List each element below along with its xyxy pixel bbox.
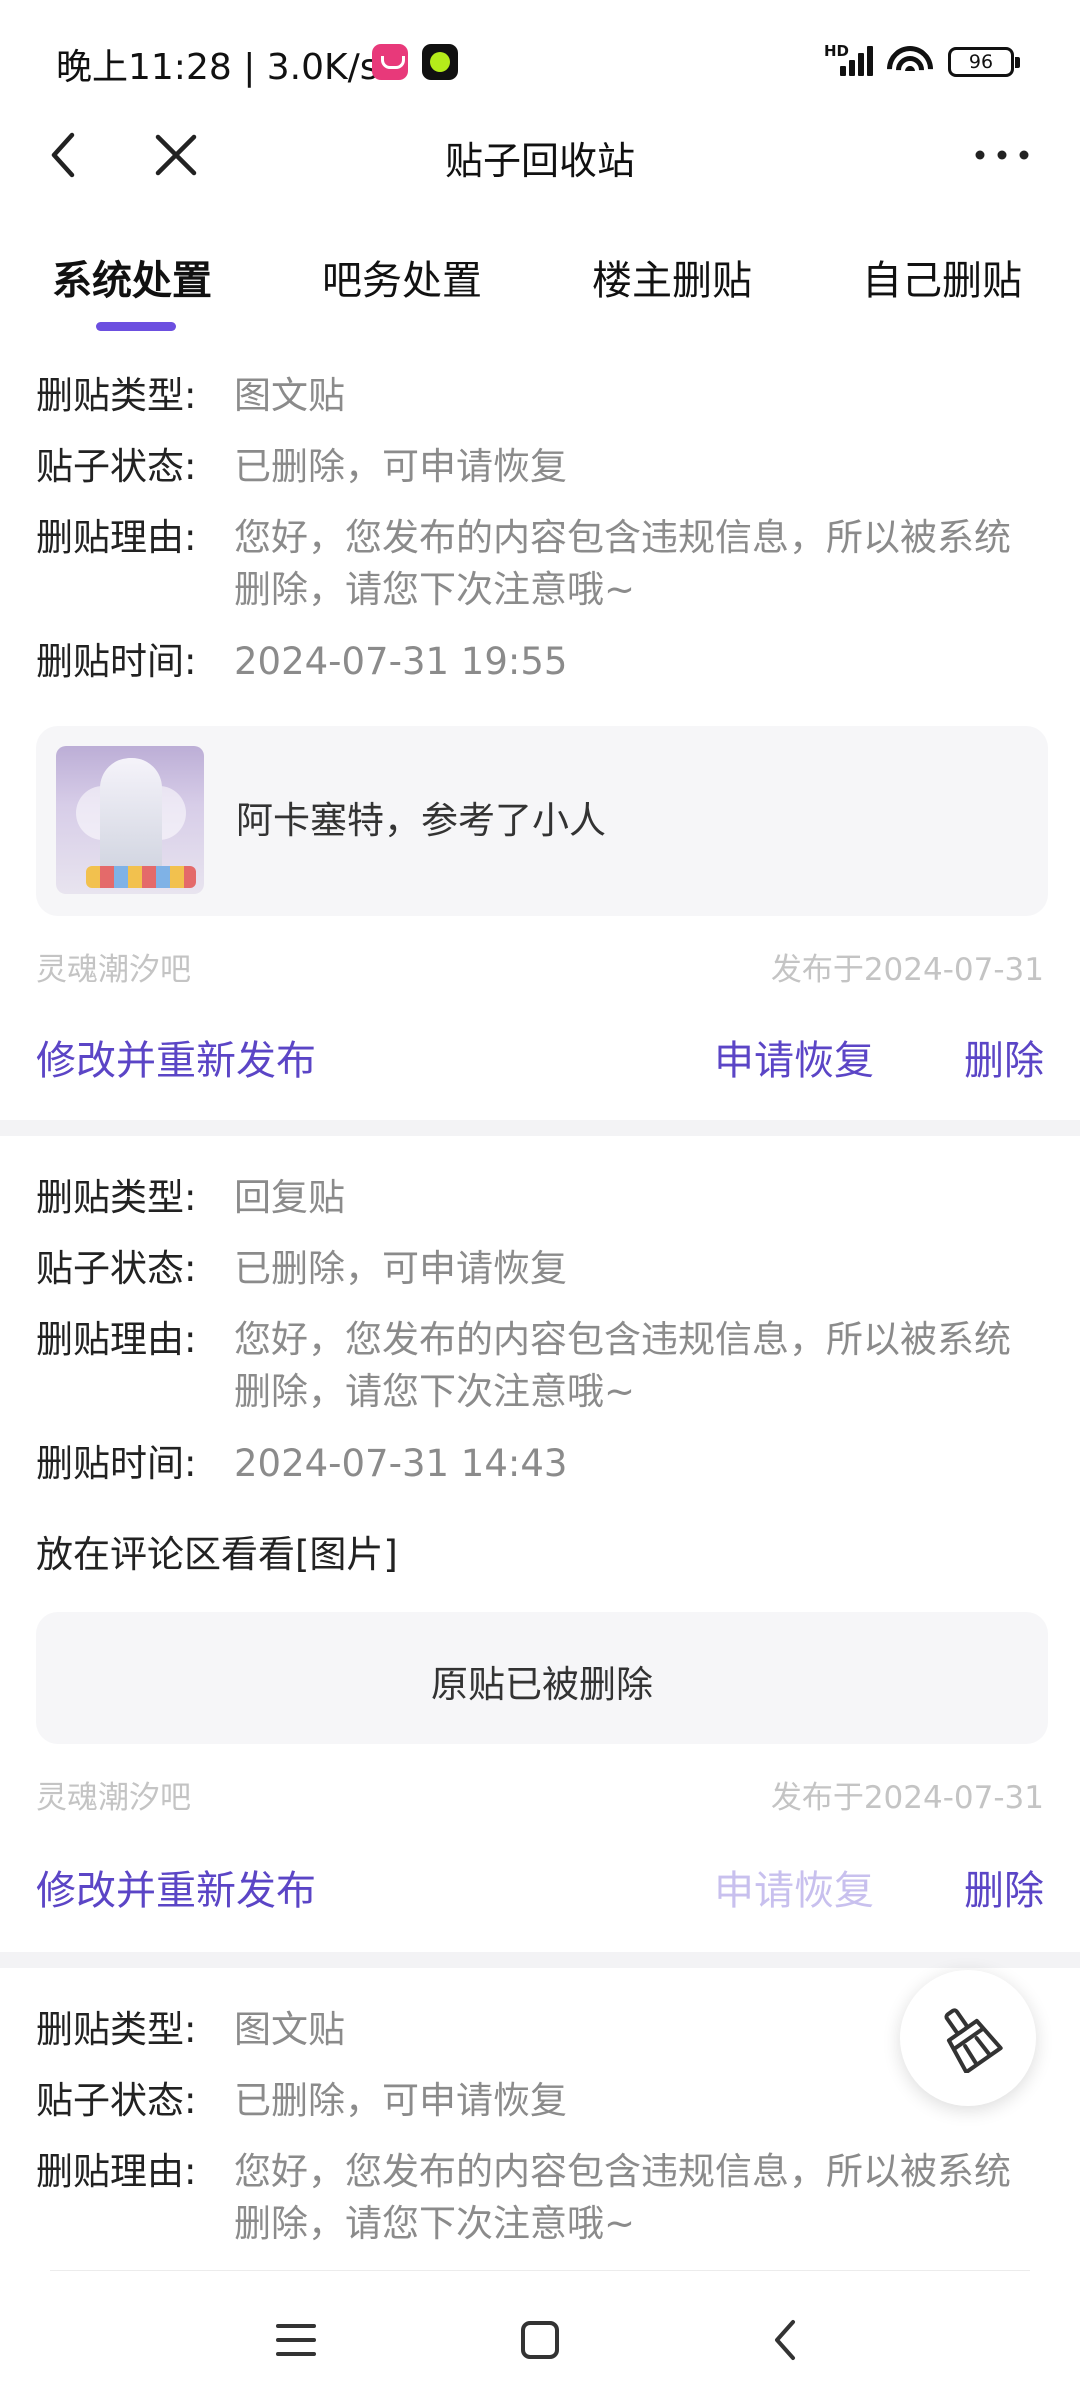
green-dot-app-icon	[422, 44, 458, 80]
forum-name[interactable]: 灵魂潮汐吧	[36, 1772, 191, 1817]
original-deleted-text: 原贴已被删除	[431, 1663, 653, 1706]
card-divider	[0, 1120, 1080, 1136]
post-content: 放在评论区看看[图片]	[36, 1533, 398, 1576]
nav-divider	[50, 2270, 1030, 2271]
app-header: 贴子回收站	[0, 125, 1080, 245]
reason-label: 删贴理由:	[36, 516, 197, 559]
delete-button[interactable]: 删除	[964, 1028, 1044, 1086]
tab-indicator	[96, 322, 176, 331]
status-value: 已删除，可申请恢复	[234, 445, 567, 488]
edit-republish-button[interactable]: 修改并重新发布	[36, 1858, 316, 1916]
post-reason-row: 删贴理由: 您好，您发布的内容包含违规信息，所以被系统删除，请您下次注意哦~	[36, 512, 1044, 616]
post-reason-row: 删贴理由: 您好，您发布的内容包含违规信息，所以被系统删除，请您下次注意哦~	[36, 1314, 1044, 1418]
tab-forum-admin[interactable]: 吧务处置	[322, 248, 482, 306]
tab-op-deleted[interactable]: 楼主删贴	[592, 248, 752, 306]
quoted-post[interactable]: 阿卡塞特，参考了小人	[36, 726, 1048, 916]
wifi-icon	[886, 42, 934, 78]
tab-self-deleted[interactable]: 自己删贴	[862, 248, 1022, 306]
nav-home-button[interactable]	[510, 2310, 570, 2370]
more-dots-icon	[975, 150, 1029, 160]
reason-value: 您好，您发布的内容包含违规信息，所以被系统删除，请您下次注意哦~	[234, 1318, 1011, 1413]
menu-icon	[276, 2324, 316, 2356]
post-card: 删贴类型: 图文贴 贴子状态: 已删除，可申请恢复 删贴理由: 您好，您发布的内…	[0, 370, 1080, 1120]
forum-name[interactable]: 灵魂潮汐吧	[36, 944, 191, 989]
reason-label: 删贴理由:	[36, 2150, 197, 2193]
nav-back-button[interactable]	[756, 2310, 816, 2370]
home-square-icon	[521, 2321, 559, 2359]
time-value: 2024-07-31 19:55	[234, 640, 568, 683]
status-bar: 晚上11:28 | 3.0K/s HD 96	[0, 0, 1080, 125]
page-title: 贴子回收站	[444, 139, 635, 183]
shopping-app-icon	[372, 44, 408, 80]
nav-menu-button[interactable]	[266, 2310, 326, 2370]
status-time: 晚上11:28 | 3.0K/s	[56, 47, 379, 88]
tab-bar: 系统处置 吧务处置 楼主删贴 自己删贴	[0, 240, 1080, 340]
signal-icon	[840, 44, 876, 76]
type-label: 删贴类型:	[36, 2008, 197, 2051]
request-restore-button[interactable]: 申请恢复	[714, 1028, 874, 1086]
clean-floating-button[interactable]	[900, 1970, 1036, 2106]
status-label: 贴子状态:	[36, 445, 197, 488]
broom-icon	[944, 2008, 1003, 2073]
reason-value: 您好，您发布的内容包含违规信息，所以被系统删除，请您下次注意哦~	[234, 2150, 1011, 2245]
status-value: 已删除，可申请恢复	[234, 1247, 567, 1290]
time-label: 删贴时间:	[36, 1442, 197, 1485]
type-label: 删贴类型:	[36, 1176, 197, 1219]
type-value: 图文贴	[234, 374, 345, 417]
request-restore-button: 申请恢复	[714, 1868, 874, 1914]
battery-level: 96	[968, 51, 994, 73]
status-label: 贴子状态:	[36, 2079, 197, 2122]
type-value: 回复贴	[234, 1176, 345, 1219]
time-value: 2024-07-31 14:43	[234, 1442, 568, 1485]
quoted-post: 原贴已被删除	[36, 1612, 1048, 1744]
publish-date: 发布于2024-07-31	[770, 952, 1044, 988]
status-label: 贴子状态:	[36, 1247, 197, 1290]
back-triangle-icon	[775, 2320, 795, 2360]
type-label: 删贴类型:	[36, 374, 197, 417]
quoted-post-title: 阿卡塞特，参考了小人	[236, 799, 606, 842]
more-button[interactable]	[970, 125, 1034, 185]
battery-icon: 96	[948, 47, 1020, 77]
system-nav-bar	[0, 2270, 1080, 2400]
post-card: 删贴类型: 回复贴 贴子状态: 已删除，可申请恢复 删贴理由: 您好，您发布的内…	[0, 1172, 1080, 1952]
card-divider	[0, 1952, 1080, 1968]
publish-date: 发布于2024-07-31	[770, 1780, 1044, 1816]
reason-value: 您好，您发布的内容包含违规信息，所以被系统删除，请您下次注意哦~	[234, 516, 1011, 611]
post-thumbnail	[56, 746, 204, 894]
edit-republish-button[interactable]: 修改并重新发布	[36, 1028, 316, 1086]
time-label: 删贴时间:	[36, 640, 197, 683]
delete-button[interactable]: 删除	[964, 1858, 1044, 1916]
tab-system[interactable]: 系统处置	[52, 248, 212, 306]
reason-label: 删贴理由:	[36, 1318, 197, 1361]
post-reason-row: 删贴理由: 您好，您发布的内容包含违规信息，所以被系统删除，请您下次注意哦~	[36, 2146, 1044, 2250]
